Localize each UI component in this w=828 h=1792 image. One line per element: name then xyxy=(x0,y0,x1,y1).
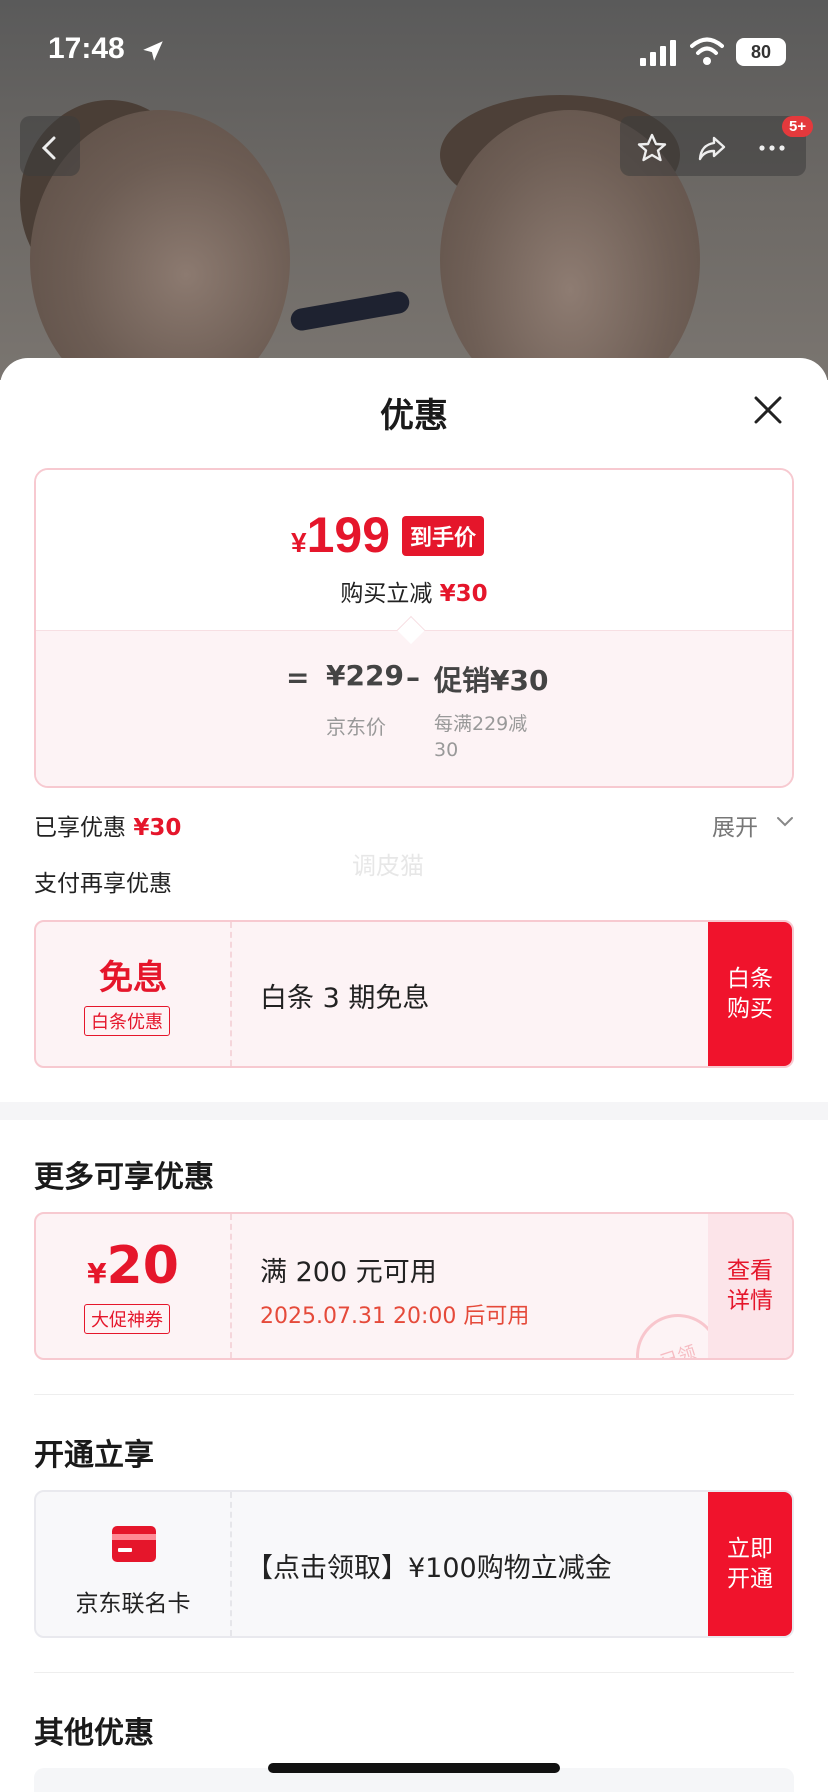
price-formula: = ¥229 – 促销¥30 京东价 每满229减30 xyxy=(36,630,792,786)
divider-line xyxy=(34,1394,794,1395)
cobrand-card[interactable]: 京东联名卡 【点击领取】¥100购物立减金 立即开通 xyxy=(34,1490,794,1638)
notification-badge: 5+ xyxy=(782,116,814,137)
price-summary: ¥199 到手价 购买立减 ¥30 xyxy=(36,470,792,630)
status-bar: 17:48 80 xyxy=(0,0,828,100)
baitiao-buy-button[interactable]: 白条购买 xyxy=(708,922,792,1066)
wifi-icon xyxy=(690,37,724,65)
cobrand-card-name: 京东联名卡 xyxy=(75,1591,191,1617)
baitiao-card-body: 白条 3 期免息 xyxy=(232,922,708,1066)
battery-indicator: 80 xyxy=(736,38,786,66)
final-price-value: 199 xyxy=(306,507,391,563)
jd-price-label: 京东价 xyxy=(326,715,386,739)
enjoyed-value: ¥30 xyxy=(133,815,182,841)
more-icon[interactable] xyxy=(756,132,788,164)
section-divider xyxy=(0,1102,828,1120)
coupon-card-left: ¥20 大促神券 xyxy=(36,1214,232,1358)
enjoyed-label: 已享优惠 xyxy=(34,815,126,841)
minus-sign: – xyxy=(406,661,420,694)
coupon-currency: ¥ xyxy=(87,1257,107,1290)
sheet-title: 优惠 xyxy=(380,396,448,436)
reduce-line: 购买立减 ¥30 xyxy=(36,574,792,608)
chevron-down-icon[interactable] xyxy=(774,810,796,832)
baitiao-tag: 白条优惠 xyxy=(84,1006,170,1036)
coupon-card[interactable]: ¥20 大促神券 满 200 元可用 2025.07.31 20:00 后可用 … xyxy=(34,1212,794,1360)
star-icon[interactable] xyxy=(636,132,668,164)
back-button[interactable] xyxy=(20,116,80,176)
baitiao-card-left: 免息 白条优惠 xyxy=(36,922,232,1066)
watermark: 调皮猫 xyxy=(352,852,424,880)
baitiao-text: 白条 3 期免息 xyxy=(260,983,430,1014)
status-time: 17:48 xyxy=(48,32,125,65)
home-indicator xyxy=(268,1763,560,1773)
promo-description: 每满229减30 xyxy=(434,713,528,761)
equals-sign: = xyxy=(286,661,310,694)
cobrand-card-body: 【点击领取】¥100购物立减金 xyxy=(232,1492,708,1636)
promo-amount: 促销¥30 xyxy=(434,664,549,697)
signal-icon xyxy=(640,40,676,66)
jd-price: ¥229 xyxy=(326,659,404,692)
price-breakdown: ¥199 到手价 购买立减 ¥30 = ¥229 – 促销¥30 京东价 每满2… xyxy=(34,468,794,788)
coupon-detail-button[interactable]: 查看详情 xyxy=(708,1214,792,1358)
discount-sheet: 优惠 ¥199 到手价 购买立减 ¥30 = ¥229 – 促销¥30 京东价 … xyxy=(0,358,828,1792)
share-icon[interactable] xyxy=(696,132,728,164)
baitiao-card[interactable]: 免息 白条优惠 白条 3 期免息 白条购买 xyxy=(34,920,794,1068)
coupon-condition: 满 200 元可用 xyxy=(260,1257,437,1288)
more-discounts-title: 更多可享优惠 xyxy=(34,1160,214,1195)
pay-more-label: 支付再享优惠 xyxy=(34,871,172,897)
expand-button[interactable]: 展开 xyxy=(712,808,758,842)
reduce-value: ¥30 xyxy=(439,581,488,607)
chevron-left-icon xyxy=(41,136,56,160)
other-discounts-title: 其他优惠 xyxy=(34,1716,154,1751)
enjoyed-discount: 已享优惠 ¥30 xyxy=(34,808,181,842)
final-price-currency: ¥ xyxy=(291,527,307,558)
coupon-amount: ¥20 xyxy=(36,1236,230,1296)
open-title: 开通立享 xyxy=(34,1438,154,1473)
product-device xyxy=(289,289,411,333)
coupon-value: 20 xyxy=(106,1236,179,1296)
close-icon[interactable] xyxy=(748,390,788,430)
coupon-card-body: 满 200 元可用 2025.07.31 20:00 后可用 xyxy=(232,1214,708,1358)
cobrand-text: 【点击领取】¥100购物立减金 xyxy=(246,1553,612,1584)
coupon-tag: 大促神券 xyxy=(84,1304,170,1334)
coupon-time: 2025.07.31 20:00 后可用 xyxy=(260,1304,530,1329)
reduce-label: 购买立减 xyxy=(340,581,433,607)
final-price: ¥199 xyxy=(291,506,390,564)
final-price-tag: 到手价 xyxy=(402,516,485,556)
baitiao-big-label: 免息 xyxy=(99,958,167,998)
open-now-button[interactable]: 立即开通 xyxy=(708,1492,792,1636)
cobrand-card-left: 京东联名卡 xyxy=(36,1492,232,1636)
credit-card-icon xyxy=(112,1526,156,1562)
location-arrow-icon xyxy=(143,41,163,61)
divider-line xyxy=(34,1672,794,1673)
nav-actions xyxy=(620,116,806,176)
